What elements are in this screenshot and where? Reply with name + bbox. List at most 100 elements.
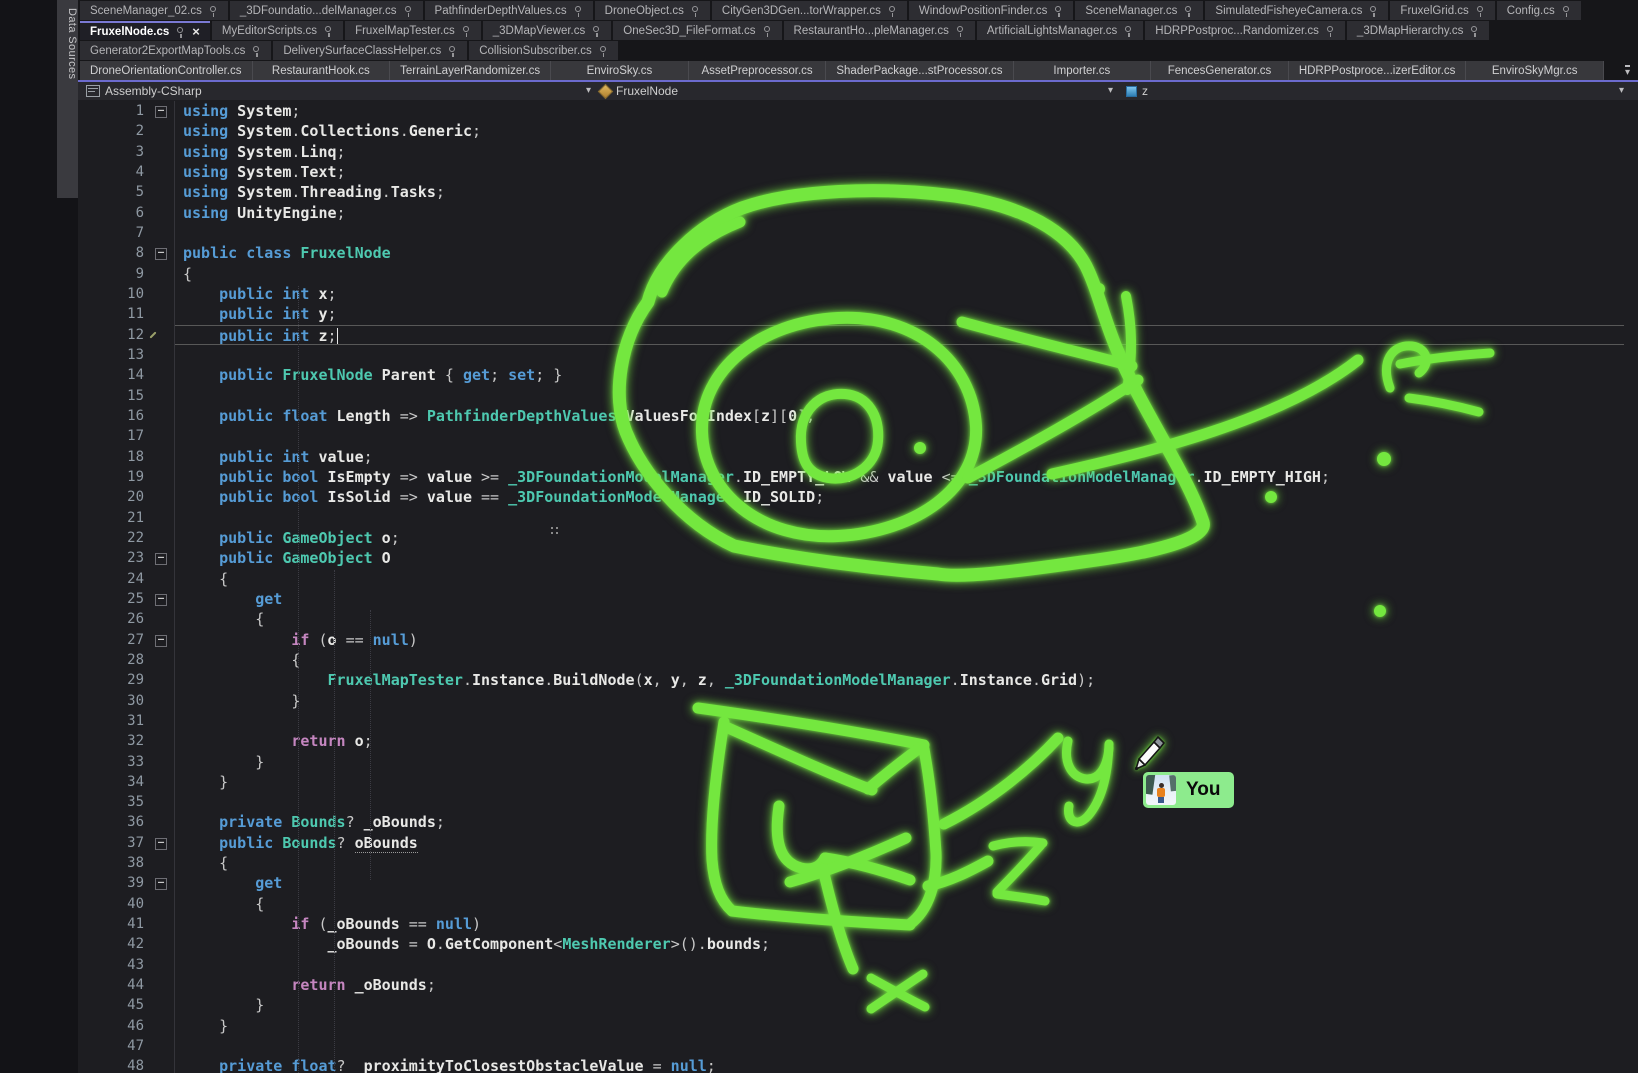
code-line-15[interactable]: 15 [78, 386, 1638, 406]
tab-shaderpackage-stprocessor-cs[interactable]: ShaderPackage...stProcessor.cs [826, 61, 1013, 80]
fold-collapse-icon[interactable]: – [155, 106, 167, 118]
pin-icon[interactable] [956, 25, 965, 37]
code-line-30[interactable]: 30 } [78, 691, 1638, 711]
code-line-47[interactable]: 47 [78, 1036, 1638, 1056]
tab-onesec3d-fileformat-cs[interactable]: OneSec3D_FileFormat.cs [613, 21, 781, 40]
tab-fruxelgrid-cs[interactable]: FruxelGrid.cs [1390, 1, 1494, 20]
tab-generator2exportmaptools-cs[interactable]: Generator2ExportMapTools.cs [80, 41, 271, 60]
pin-icon[interactable] [1054, 5, 1063, 17]
tab-artificiallightsmanager-cs[interactable]: ArtificialLightsManager.cs [977, 21, 1143, 40]
fold-collapse-icon[interactable]: – [155, 838, 167, 850]
code-line-17[interactable]: 17 [78, 426, 1638, 446]
code-line-23[interactable]: 23– public GameObject O [78, 548, 1638, 568]
pin-icon[interactable] [574, 5, 583, 17]
pin-icon[interactable] [691, 5, 700, 17]
pin-icon[interactable] [209, 5, 218, 17]
fold-collapse-icon[interactable]: – [155, 594, 167, 606]
pin-icon[interactable] [1476, 5, 1485, 17]
code-line-43[interactable]: 43 [78, 955, 1638, 975]
code-line-35[interactable]: 35 [78, 792, 1638, 812]
code-line-5[interactable]: 5using System.Threading.Tasks; [78, 182, 1638, 202]
pin-icon[interactable] [1369, 5, 1378, 17]
code-line-13[interactable]: 13 [78, 345, 1638, 365]
fold-collapse-icon[interactable]: – [155, 248, 167, 260]
code-line-25[interactable]: 25– get [78, 589, 1638, 609]
code-line-31[interactable]: 31 [78, 711, 1638, 731]
code-line-16[interactable]: 16 public float Length => PathfinderDept… [78, 406, 1638, 426]
breadcrumb-type[interactable]: FruxelNode [600, 82, 678, 100]
code-line-7[interactable]: 7 [78, 223, 1638, 243]
code-line-38[interactable]: 38 { [78, 853, 1638, 873]
code-line-10[interactable]: 10 public int x; [78, 284, 1638, 304]
chevron-down-icon[interactable]: ▾ [1108, 86, 1113, 96]
tab-pathfinderdepthvalues-cs[interactable]: PathfinderDepthValues.cs [425, 1, 593, 20]
code-line-21[interactable]: 21 [78, 508, 1638, 528]
code-line-48[interactable]: 48 private float? _proximityToClosestObs… [78, 1056, 1638, 1073]
code-line-34[interactable]: 34 } [78, 772, 1638, 792]
pin-icon[interactable] [1124, 25, 1133, 37]
tab--3dmaphierarchy-cs[interactable]: _3DMapHierarchy.cs [1347, 21, 1490, 40]
tab-fruxelmaptester-cs[interactable]: FruxelMapTester.cs [345, 21, 481, 40]
tab-droneobject-cs[interactable]: DroneObject.cs [595, 1, 710, 20]
pin-icon[interactable] [1326, 25, 1335, 37]
data-sources-vertical-tab[interactable]: Data Sources [57, 0, 78, 198]
code-line-37[interactable]: 37– public Bounds? oBounds [78, 833, 1638, 853]
code-line-42[interactable]: 42 _oBounds = O.GetComponent<MeshRendere… [78, 934, 1638, 954]
code-line-32[interactable]: 32 return o; [78, 731, 1638, 751]
tab-hdrppostproce-izereditor-cs[interactable]: HDRPPostproce...izerEditor.cs [1289, 61, 1467, 80]
tab--3dmapviewer-cs[interactable]: _3DMapViewer.cs [483, 21, 611, 40]
tab--3dfoundatio-delmanager-cs[interactable]: _3DFoundatio...delManager.cs [230, 1, 423, 20]
tab-config-cs[interactable]: Config.cs [1497, 1, 1581, 20]
tab-importer-cs[interactable]: Importer.cs [1014, 61, 1152, 80]
fold-collapse-icon[interactable]: – [155, 635, 167, 647]
code-line-39[interactable]: 39– get [78, 873, 1638, 893]
pin-icon[interactable] [462, 25, 471, 37]
pin-icon[interactable] [404, 5, 413, 17]
tab-droneorientationcontroller-cs[interactable]: DroneOrientationController.cs [80, 61, 253, 80]
tab-citygen3dgen-torwrapper-cs[interactable]: CityGen3DGen...torWrapper.cs [712, 1, 907, 20]
tab-myeditorscripts-cs[interactable]: MyEditorScripts.cs [212, 21, 343, 40]
code-line-28[interactable]: 28 { [78, 650, 1638, 670]
code-line-33[interactable]: 33 } [78, 752, 1638, 772]
tab-restauranthook-cs[interactable]: RestaurantHook.cs [253, 61, 391, 80]
code-line-22[interactable]: 22 public GameObject o; [78, 528, 1638, 548]
tab-simulatedfisheyecamera-cs[interactable]: SimulatedFisheyeCamera.cs [1205, 1, 1388, 20]
pin-icon[interactable] [1184, 5, 1193, 17]
code-line-18[interactable]: 18 public int value; [78, 447, 1638, 467]
code-line-19[interactable]: 19 public bool IsEmpty => value >= _3DFo… [78, 467, 1638, 487]
chevron-down-icon[interactable]: ▾ [586, 86, 591, 96]
code-line-26[interactable]: 26 { [78, 609, 1638, 629]
fold-collapse-icon[interactable]: – [155, 553, 167, 565]
tab-hdrppostproc-randomizer-cs[interactable]: HDRPPostproc...Randomizer.cs [1145, 21, 1345, 40]
code-line-40[interactable]: 40 { [78, 894, 1638, 914]
tab-restaurantho-plemanager-cs[interactable]: RestaurantHo...pleManager.cs [784, 21, 975, 40]
tab-collisionsubscriber-cs[interactable]: CollisionSubscriber.cs [469, 41, 618, 60]
tab-fencesgenerator-cs[interactable]: FencesGenerator.cs [1151, 61, 1289, 80]
pin-icon[interactable] [599, 45, 608, 57]
code-line-9[interactable]: 9{ [78, 264, 1638, 284]
code-line-1[interactable]: 1–using System; [78, 101, 1638, 121]
tab-overflow-chevron-icon[interactable]: ▾ [1625, 65, 1630, 78]
code-line-45[interactable]: 45 } [78, 995, 1638, 1015]
code-line-8[interactable]: 8–public class FruxelNode [78, 243, 1638, 263]
code-line-36[interactable]: 36 private Bounds? _oBounds; [78, 812, 1638, 832]
code-line-29[interactable]: 29 FruxelMapTester.Instance.BuildNode(x,… [78, 670, 1638, 690]
code-line-41[interactable]: 41 if (_oBounds == null) [78, 914, 1638, 934]
code-line-3[interactable]: 3using System.Linq; [78, 142, 1638, 162]
breadcrumb-project[interactable]: Assembly-CSharp [86, 82, 202, 100]
pin-icon[interactable] [1562, 5, 1571, 17]
tab-scenemanager-cs[interactable]: SceneManager.cs [1075, 1, 1203, 20]
code-line-12[interactable]: 12 public int z; [78, 325, 1638, 345]
code-line-46[interactable]: 46 } [78, 1016, 1638, 1036]
pin-icon[interactable] [592, 25, 601, 37]
code-line-44[interactable]: 44 return _oBounds; [78, 975, 1638, 995]
tab-envirosky-cs[interactable]: EnviroSky.cs [551, 61, 689, 80]
code-line-27[interactable]: 27– if (o == null) [78, 630, 1638, 650]
code-line-11[interactable]: 11 public int y; [78, 304, 1638, 324]
pin-icon[interactable] [448, 45, 457, 57]
tab-windowpositionfinder-cs[interactable]: WindowPositionFinder.cs [909, 1, 1073, 20]
close-icon[interactable]: × [192, 25, 200, 38]
tab-enviroskymgr-cs[interactable]: EnviroSkyMgr.cs [1466, 61, 1604, 80]
pin-icon[interactable] [176, 26, 185, 38]
code-line-2[interactable]: 2using System.Collections.Generic; [78, 121, 1638, 141]
